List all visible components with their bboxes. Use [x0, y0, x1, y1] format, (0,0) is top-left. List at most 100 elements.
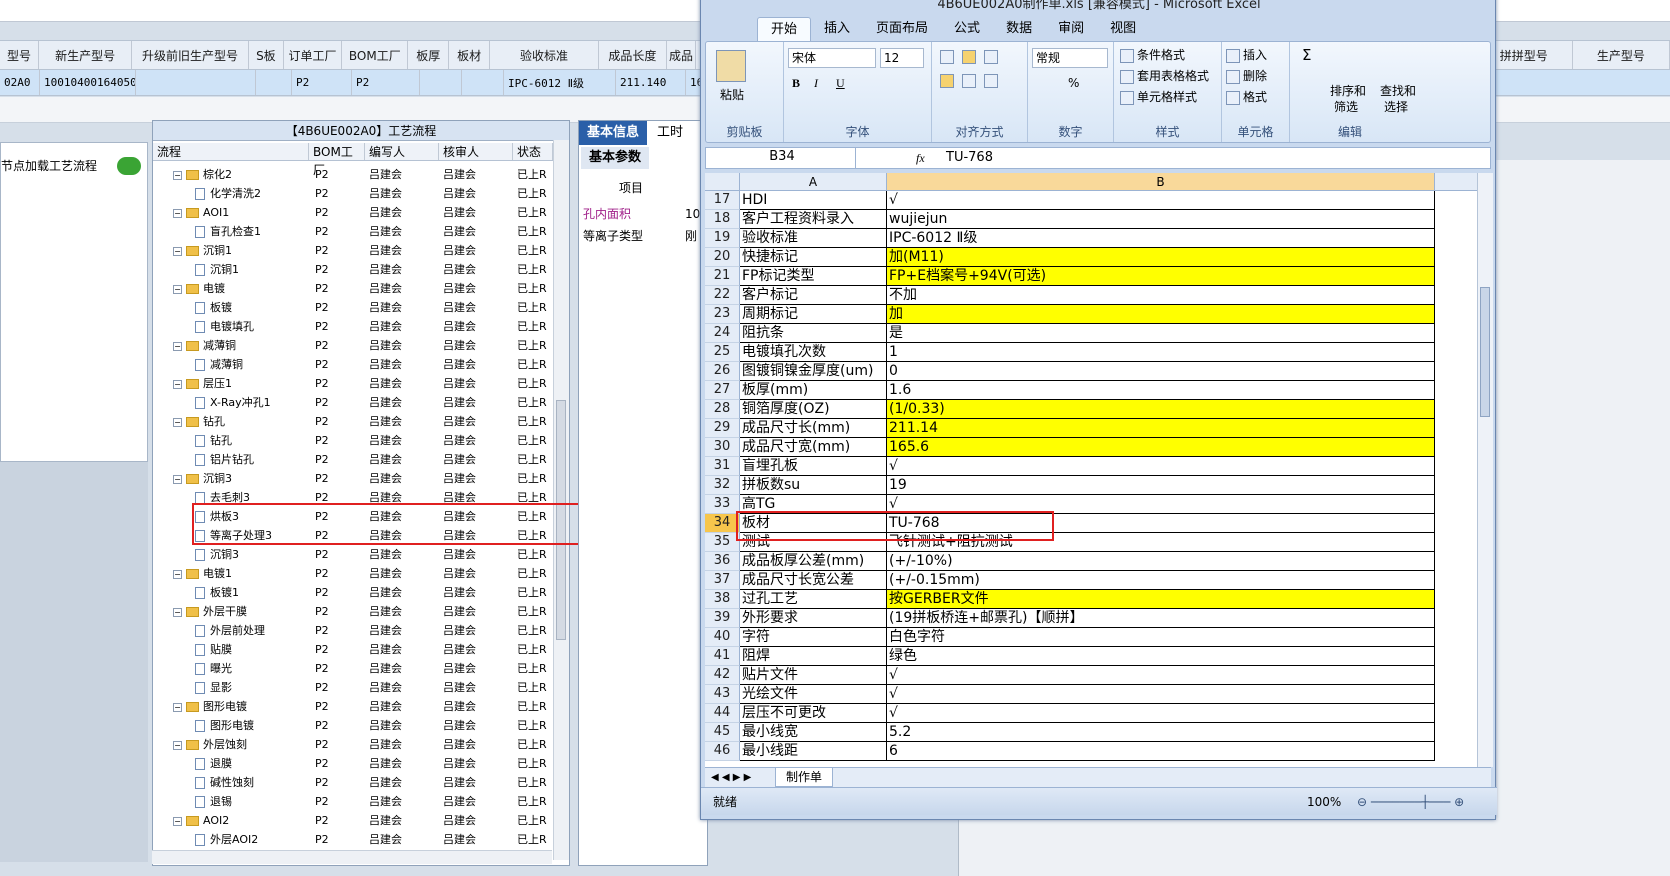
- main-col-header[interactable]: 板厚: [408, 41, 450, 69]
- main-cell[interactable]: [256, 70, 292, 95]
- process-name-cell[interactable]: − 钻孔: [153, 412, 309, 431]
- process-row[interactable]: 图形电镀 P2 吕建会 吕建会 已上R: [153, 716, 553, 735]
- process-name-cell[interactable]: − 沉铜3: [153, 469, 309, 488]
- process-name-cell[interactable]: − 棕化2: [153, 165, 309, 184]
- row-header[interactable]: 43: [705, 685, 740, 704]
- process-name-cell[interactable]: 退锡: [153, 792, 309, 811]
- process-name-cell[interactable]: − 图形电镀: [153, 697, 309, 716]
- process-name-cell[interactable]: 外层AOI2: [153, 830, 309, 849]
- collapse-toggle-icon[interactable]: −: [173, 702, 182, 712]
- row-header[interactable]: 23: [705, 305, 740, 324]
- name-box[interactable]: B34: [706, 148, 856, 168]
- row-header[interactable]: 40: [705, 628, 740, 647]
- collapse-toggle-icon[interactable]: −: [173, 474, 182, 484]
- process-name-cell[interactable]: 碱性蚀刻: [153, 773, 309, 792]
- row-header[interactable]: 45: [705, 723, 740, 742]
- cell-a[interactable]: 铜箔厚度(OZ): [740, 400, 887, 419]
- row-header[interactable]: 17: [705, 191, 740, 210]
- main-cell[interactable]: 10010400164050: [40, 70, 136, 95]
- cell-c[interactable]: [1435, 267, 1477, 286]
- cell-b[interactable]: √: [887, 704, 1435, 723]
- process-row[interactable]: − 层压1 P2 吕建会 吕建会 已上R: [153, 374, 553, 393]
- cell-c[interactable]: [1435, 495, 1477, 514]
- cell-a[interactable]: 光绘文件: [740, 685, 887, 704]
- process-name-cell[interactable]: 贴膜: [153, 640, 309, 659]
- main-col-header[interactable]: 成品: [667, 41, 697, 69]
- collapse-toggle-icon[interactable]: −: [173, 341, 182, 351]
- cell-c[interactable]: [1435, 647, 1477, 666]
- collapse-toggle-icon[interactable]: −: [173, 246, 182, 256]
- process-name-cell[interactable]: 电镀填孔: [153, 317, 309, 336]
- process-row[interactable]: − 电镀1 P2 吕建会 吕建会 已上R: [153, 564, 553, 583]
- row-header[interactable]: 21: [705, 267, 740, 286]
- process-name-cell[interactable]: − 外层干膜: [153, 602, 309, 621]
- cell-c[interactable]: [1435, 191, 1477, 210]
- row-header[interactable]: 33: [705, 495, 740, 514]
- cell-a[interactable]: 周期标记: [740, 305, 887, 324]
- ribbon-tab[interactable]: 页面布局: [863, 17, 941, 41]
- cell-c[interactable]: [1435, 514, 1477, 533]
- italic-button[interactable]: I: [814, 74, 818, 92]
- cell-c[interactable]: [1435, 723, 1477, 742]
- cell-b[interactable]: wujiejun: [887, 210, 1435, 229]
- cell-b[interactable]: √: [887, 685, 1435, 704]
- process-name-cell[interactable]: X-Ray冲孔1: [153, 393, 309, 412]
- cell-b[interactable]: √: [887, 666, 1435, 685]
- process-row[interactable]: 盲孔检查1 P2 吕建会 吕建会 已上R: [153, 222, 553, 241]
- collapse-toggle-icon[interactable]: −: [173, 740, 182, 750]
- process-row[interactable]: − AOI2 P2 吕建会 吕建会 已上R: [153, 811, 553, 830]
- cell-c[interactable]: [1435, 381, 1477, 400]
- delete-cells-button[interactable]: 删除: [1226, 67, 1267, 85]
- collapse-toggle-icon[interactable]: −: [173, 379, 182, 389]
- sheet-tab[interactable]: 制作单: [775, 768, 834, 787]
- cell-style-button[interactable]: 单元格样式: [1120, 88, 1197, 106]
- main-cell[interactable]: [462, 70, 504, 95]
- paste-button[interactable]: 粘贴: [720, 86, 744, 104]
- cell-c[interactable]: [1435, 704, 1477, 723]
- process-row[interactable]: 板镀1 P2 吕建会 吕建会 已上R: [153, 583, 553, 602]
- main-col-header[interactable]: 升级前旧生产型号: [132, 41, 249, 69]
- main-col-header[interactable]: 订单工厂: [284, 41, 343, 69]
- row-header[interactable]: 31: [705, 457, 740, 476]
- process-row[interactable]: 钻孔 P2 吕建会 吕建会 已上R: [153, 431, 553, 450]
- ribbon-tab[interactable]: 数据: [993, 17, 1045, 41]
- main-cell[interactable]: [420, 70, 462, 95]
- percent-button[interactable]: %: [1068, 74, 1079, 92]
- row-header[interactable]: 41: [705, 647, 740, 666]
- column-header-b[interactable]: B: [887, 173, 1435, 190]
- tab-work-hours[interactable]: 工时: [649, 121, 691, 145]
- main-cell[interactable]: 02A0: [0, 70, 40, 95]
- process-row[interactable]: 外层AOI2 P2 吕建会 吕建会 已上R: [153, 830, 553, 849]
- main-cell[interactable]: P2: [352, 70, 420, 95]
- number-format-select[interactable]: 常规: [1032, 48, 1108, 68]
- cell-b[interactable]: 5.2: [887, 723, 1435, 742]
- cell-b[interactable]: 6: [887, 742, 1435, 761]
- main-cell[interactable]: P2: [292, 70, 352, 95]
- process-name-cell[interactable]: − AOI2: [153, 811, 309, 830]
- cell-c[interactable]: [1435, 229, 1477, 248]
- process-name-cell[interactable]: 显影: [153, 678, 309, 697]
- cell-b[interactable]: (1/0.33): [887, 400, 1435, 419]
- node-load-label[interactable]: 节点加载工艺流程: [1, 157, 97, 174]
- row-header[interactable]: 34: [705, 514, 740, 533]
- process-name-cell[interactable]: − 减薄铜: [153, 336, 309, 355]
- collapse-toggle-icon[interactable]: −: [173, 569, 182, 579]
- cell-c[interactable]: [1435, 324, 1477, 343]
- collapse-toggle-icon[interactable]: −: [173, 417, 182, 427]
- row-header[interactable]: 42: [705, 666, 740, 685]
- col-header-bom[interactable]: BOM工厂: [309, 143, 365, 177]
- row-header[interactable]: 18: [705, 210, 740, 229]
- ribbon-tab[interactable]: 开始: [757, 17, 812, 41]
- row-header[interactable]: 46: [705, 742, 740, 761]
- ribbon-tab[interactable]: 审阅: [1045, 17, 1097, 41]
- process-name-cell[interactable]: 曝光: [153, 659, 309, 678]
- cell-b[interactable]: FP+E档案号+94V(可选): [887, 267, 1435, 286]
- tab-basic-info[interactable]: 基本信息: [579, 121, 648, 145]
- zoom-level[interactable]: 100%: [1307, 793, 1341, 811]
- process-row[interactable]: 退锡 P2 吕建会 吕建会 已上R: [153, 792, 553, 811]
- row-header[interactable]: 25: [705, 343, 740, 362]
- zoom-slider[interactable]: ⊖ ───────┼─── ⊕: [1357, 793, 1464, 811]
- tab-basic-params[interactable]: 基本参数: [581, 147, 650, 169]
- process-row[interactable]: − 减薄铜 P2 吕建会 吕建会 已上R: [153, 336, 553, 355]
- process-row[interactable]: − 沉铜1 P2 吕建会 吕建会 已上R: [153, 241, 553, 260]
